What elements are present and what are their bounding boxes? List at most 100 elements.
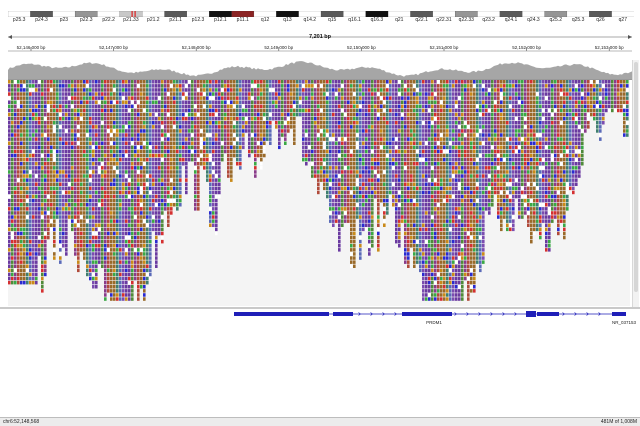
read-segment[interactable] xyxy=(398,178,401,182)
read-segment[interactable] xyxy=(74,219,77,223)
read-segment[interactable] xyxy=(335,203,338,207)
read-segment[interactable] xyxy=(272,113,275,117)
read-segment[interactable] xyxy=(404,232,407,236)
read-segment[interactable] xyxy=(95,113,98,117)
read-segment[interactable] xyxy=(149,133,152,137)
read-segment[interactable] xyxy=(368,178,371,182)
read-segment[interactable] xyxy=(119,125,122,129)
read-segment[interactable] xyxy=(23,273,26,277)
read-segment[interactable] xyxy=(377,150,380,154)
read-segment[interactable] xyxy=(98,158,101,162)
read-segment[interactable] xyxy=(170,92,173,96)
read-segment[interactable] xyxy=(302,80,305,84)
read-segment[interactable] xyxy=(26,199,29,203)
read-segment[interactable] xyxy=(371,240,374,244)
read-segment[interactable] xyxy=(404,187,407,191)
read-segment[interactable] xyxy=(101,166,104,170)
read-segment[interactable] xyxy=(194,109,197,113)
read-segment[interactable] xyxy=(338,228,341,232)
read-segment[interactable] xyxy=(119,105,122,109)
read-segment[interactable] xyxy=(386,174,389,178)
read-segment[interactable] xyxy=(74,150,77,154)
read-segment[interactable] xyxy=(50,125,53,129)
read-segment[interactable] xyxy=(161,219,164,223)
read-segment[interactable] xyxy=(65,121,68,125)
read-segment[interactable] xyxy=(386,105,389,109)
read-segment[interactable] xyxy=(80,88,83,92)
read-segment[interactable] xyxy=(122,277,125,281)
read-segment[interactable] xyxy=(374,187,377,191)
read-segment[interactable] xyxy=(107,113,110,117)
read-segment[interactable] xyxy=(314,170,317,174)
read-segment[interactable] xyxy=(272,117,275,121)
read-segment[interactable] xyxy=(68,133,71,137)
read-segment[interactable] xyxy=(176,137,179,141)
read-segment[interactable] xyxy=(119,203,122,207)
read-segment[interactable] xyxy=(155,183,158,187)
read-segment[interactable] xyxy=(158,183,161,187)
read-segment[interactable] xyxy=(50,195,53,199)
read-segment[interactable] xyxy=(191,113,194,117)
read-segment[interactable] xyxy=(125,228,128,232)
read-segment[interactable] xyxy=(71,158,74,162)
read-segment[interactable] xyxy=(77,84,80,88)
read-segment[interactable] xyxy=(320,162,323,166)
read-segment[interactable] xyxy=(173,195,176,199)
read-segment[interactable] xyxy=(236,133,239,137)
read-segment[interactable] xyxy=(314,96,317,100)
read-segment[interactable] xyxy=(416,158,419,162)
read-segment[interactable] xyxy=(71,224,74,228)
read-segment[interactable] xyxy=(416,129,419,133)
read-segment[interactable] xyxy=(32,166,35,170)
read-segment[interactable] xyxy=(275,92,278,96)
read-segment[interactable] xyxy=(302,137,305,141)
read-segment[interactable] xyxy=(119,137,122,141)
read-segment[interactable] xyxy=(362,80,365,84)
read-segment[interactable] xyxy=(359,170,362,174)
read-segment[interactable] xyxy=(422,96,425,100)
read-segment[interactable] xyxy=(353,129,356,133)
read-segment[interactable] xyxy=(143,125,146,129)
read-segment[interactable] xyxy=(119,277,122,281)
read-segment[interactable] xyxy=(371,178,374,182)
read-segment[interactable] xyxy=(248,154,251,158)
read-segment[interactable] xyxy=(389,191,392,195)
read-segment[interactable] xyxy=(38,88,41,92)
read-segment[interactable] xyxy=(29,101,32,105)
read-segment[interactable] xyxy=(179,105,182,109)
read-segment[interactable] xyxy=(347,211,350,215)
read-segment[interactable] xyxy=(347,105,350,109)
read-segment[interactable] xyxy=(8,269,11,273)
read-segment[interactable] xyxy=(404,84,407,88)
read-segment[interactable] xyxy=(50,215,53,219)
read-segment[interactable] xyxy=(386,195,389,199)
read-segment[interactable] xyxy=(383,207,386,211)
read-segment[interactable] xyxy=(314,154,317,158)
read-segment[interactable] xyxy=(398,207,401,211)
read-segment[interactable] xyxy=(161,121,164,125)
read-segment[interactable] xyxy=(80,146,83,150)
read-segment[interactable] xyxy=(215,96,218,100)
read-segment[interactable] xyxy=(401,146,404,150)
read-segment[interactable] xyxy=(149,84,152,88)
read-segment[interactable] xyxy=(311,154,314,158)
read-segment[interactable] xyxy=(23,240,26,244)
read-segment[interactable] xyxy=(398,137,401,141)
read-segment[interactable] xyxy=(203,121,206,125)
read-segment[interactable] xyxy=(422,113,425,117)
read-segment[interactable] xyxy=(350,187,353,191)
read-segment[interactable] xyxy=(152,80,155,84)
read-segment[interactable] xyxy=(404,236,407,240)
read-segment[interactable] xyxy=(182,162,185,166)
read-segment[interactable] xyxy=(230,84,233,88)
read-segment[interactable] xyxy=(14,265,17,269)
read-segment[interactable] xyxy=(236,80,239,84)
read-segment[interactable] xyxy=(29,252,32,256)
read-segment[interactable] xyxy=(95,88,98,92)
read-segment[interactable] xyxy=(338,129,341,133)
read-segment[interactable] xyxy=(104,183,107,187)
read-segment[interactable] xyxy=(197,80,200,84)
read-segment[interactable] xyxy=(155,252,158,256)
read-segment[interactable] xyxy=(338,203,341,207)
read-segment[interactable] xyxy=(311,146,314,150)
